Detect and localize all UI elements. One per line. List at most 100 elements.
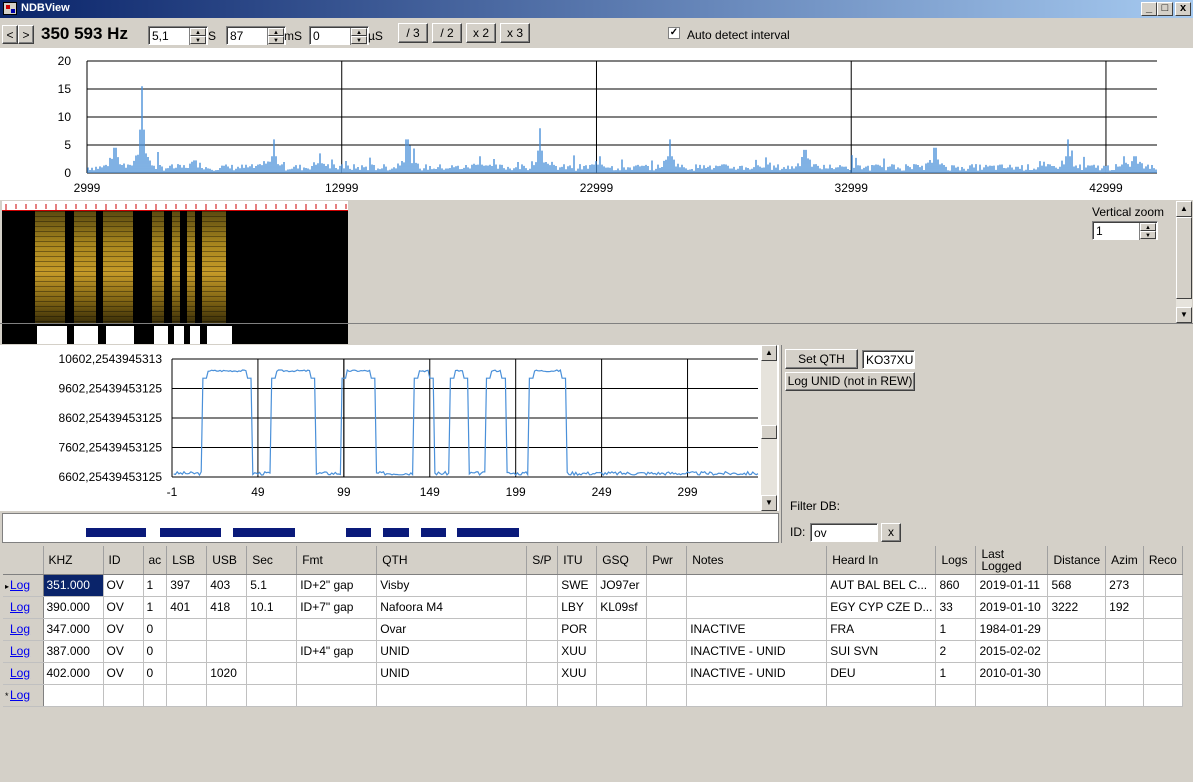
log-link[interactable]: Log bbox=[10, 622, 30, 636]
column-header[interactable]: Reco bbox=[1143, 546, 1183, 575]
table-cell[interactable]: XUU bbox=[557, 640, 598, 663]
table-cell[interactable]: 5.1 bbox=[246, 574, 298, 597]
table-cell[interactable] bbox=[1047, 662, 1107, 685]
table-cell[interactable] bbox=[296, 684, 378, 707]
table-cell[interactable] bbox=[1105, 684, 1144, 707]
table-cell[interactable] bbox=[1143, 574, 1183, 597]
table-row[interactable]: Log 347.000 OV 0 Ovar POR INACTIVE FRA 1 1984-01-… bbox=[3, 618, 1183, 641]
table-cell[interactable]: 387.000 bbox=[43, 640, 104, 663]
table-cell[interactable] bbox=[596, 662, 648, 685]
set-qth-button[interactable]: Set QTH bbox=[785, 349, 858, 369]
table-cell[interactable]: ID+4" gap bbox=[296, 640, 378, 663]
log-link[interactable]: Log bbox=[10, 600, 30, 614]
table-cell[interactable]: SWE bbox=[557, 574, 598, 597]
maximize-button[interactable]: □ bbox=[1157, 2, 1173, 16]
close-button[interactable]: x bbox=[1175, 2, 1191, 16]
table-cell[interactable] bbox=[246, 684, 298, 707]
table-cell[interactable] bbox=[246, 662, 298, 685]
table-cell[interactable] bbox=[826, 684, 937, 707]
table-cell[interactable]: JO97er bbox=[596, 574, 648, 597]
log-link[interactable]: Log bbox=[10, 666, 30, 680]
table-cell[interactable]: OV bbox=[103, 662, 144, 685]
table-cell[interactable] bbox=[206, 618, 248, 641]
table-cell[interactable] bbox=[166, 684, 208, 707]
table-cell[interactable] bbox=[206, 640, 248, 663]
table-cell[interactable] bbox=[143, 684, 168, 707]
column-header[interactable]: USB bbox=[206, 546, 248, 575]
table-row[interactable]: Log 387.000 OV 0 ID+4" gap UNID XUU INACTIVE - … bbox=[3, 640, 1183, 663]
spin-up-icon[interactable]: ▲ bbox=[190, 28, 206, 36]
table-cell[interactable]: UNID bbox=[376, 640, 528, 663]
table-cell[interactable] bbox=[296, 618, 378, 641]
column-header[interactable]: Last Logged bbox=[975, 546, 1049, 575]
log-link[interactable]: Log bbox=[10, 688, 30, 702]
spin-down-icon[interactable]: ▼ bbox=[351, 36, 367, 44]
column-header[interactable]: Fmt bbox=[296, 546, 378, 575]
table-cell[interactable] bbox=[166, 640, 208, 663]
table-cell[interactable] bbox=[596, 618, 648, 641]
table-cell[interactable]: FRA bbox=[826, 618, 937, 641]
table-cell[interactable]: 0 bbox=[143, 662, 168, 685]
auto-detect-checkbox[interactable]: ✓ bbox=[668, 27, 680, 39]
row-header[interactable]: Log bbox=[3, 640, 44, 663]
qth-input[interactable]: KO37XU bbox=[862, 350, 915, 369]
table-cell[interactable]: 418 bbox=[206, 596, 248, 619]
table-row[interactable]: ▸Log 351.000 OV 1 397 403 5.1 ID+2" gap Visby SWE… bbox=[3, 574, 1183, 597]
table-cell[interactable]: Visby bbox=[376, 574, 528, 597]
table-cell[interactable] bbox=[526, 574, 559, 597]
spin-up-icon[interactable]: ▲ bbox=[268, 28, 284, 36]
table-cell[interactable] bbox=[206, 684, 248, 707]
ms-input[interactable]: 87 ▲ ▼ bbox=[226, 26, 286, 45]
table-cell[interactable]: 2 bbox=[935, 640, 977, 663]
spin-down-icon[interactable]: ▼ bbox=[1140, 231, 1156, 239]
table-cell[interactable] bbox=[1105, 662, 1144, 685]
table-cell[interactable] bbox=[686, 574, 828, 597]
divide-by-2-button[interactable]: / 2 bbox=[432, 23, 462, 43]
column-header[interactable]: KHZ bbox=[43, 546, 104, 575]
next-button[interactable]: > bbox=[18, 25, 34, 44]
column-header[interactable]: LSB bbox=[166, 546, 208, 575]
table-cell[interactable]: 390.000 bbox=[43, 596, 104, 619]
table-cell[interactable] bbox=[246, 640, 298, 663]
table-cell[interactable] bbox=[246, 618, 298, 641]
row-header[interactable]: Log bbox=[3, 596, 44, 619]
table-cell[interactable] bbox=[166, 662, 208, 685]
table-cell[interactable]: 403 bbox=[206, 574, 248, 597]
table-cell[interactable] bbox=[686, 684, 828, 707]
table-cell[interactable]: SUI SVN bbox=[826, 640, 937, 663]
new-row[interactable]: *Log bbox=[3, 684, 1183, 707]
table-cell[interactable] bbox=[1143, 596, 1183, 619]
table-cell[interactable] bbox=[557, 684, 598, 707]
table-cell[interactable]: AUT BAL BEL C... bbox=[826, 574, 937, 597]
vertical-zoom-spinner[interactable]: ▲ ▼ bbox=[1139, 223, 1156, 240]
table-cell[interactable] bbox=[526, 662, 559, 685]
table-cell[interactable] bbox=[103, 684, 144, 707]
row-header[interactable]: *Log bbox=[3, 684, 44, 707]
table-cell[interactable] bbox=[686, 596, 828, 619]
column-header[interactable]: Sec bbox=[246, 546, 298, 575]
seconds-spinner[interactable]: ▲ ▼ bbox=[189, 28, 206, 45]
table-cell[interactable] bbox=[43, 684, 104, 707]
table-cell[interactable]: 402.000 bbox=[43, 662, 104, 685]
scroll-thumb[interactable] bbox=[761, 425, 777, 439]
table-cell[interactable] bbox=[1143, 662, 1183, 685]
table-cell[interactable] bbox=[1143, 618, 1183, 641]
table-cell[interactable]: 1020 bbox=[206, 662, 248, 685]
table-cell[interactable]: OV bbox=[103, 574, 144, 597]
column-header[interactable]: QTH bbox=[376, 546, 528, 575]
table-cell[interactable]: 0 bbox=[143, 640, 168, 663]
table-cell[interactable] bbox=[1143, 640, 1183, 663]
table-cell[interactable] bbox=[1047, 640, 1107, 663]
clear-filter-button[interactable]: x bbox=[881, 523, 901, 542]
seconds-input[interactable]: 5,1 ▲ ▼ bbox=[148, 26, 208, 45]
table-cell[interactable]: INACTIVE - UNID bbox=[686, 640, 828, 663]
row-header[interactable]: Log bbox=[3, 618, 44, 641]
table-cell[interactable]: EGY CYP CZE D... bbox=[826, 596, 937, 619]
divide-by-3-button[interactable]: / 3 bbox=[398, 23, 428, 43]
table-cell[interactable]: 2015-02-02 bbox=[975, 640, 1049, 663]
log-link[interactable]: Log bbox=[10, 644, 30, 658]
table-cell[interactable]: 1 bbox=[935, 662, 977, 685]
table-cell[interactable]: Nafoora M4 bbox=[376, 596, 528, 619]
us-input[interactable]: 0 ▲ ▼ bbox=[309, 26, 369, 45]
table-cell[interactable]: DEU bbox=[826, 662, 937, 685]
